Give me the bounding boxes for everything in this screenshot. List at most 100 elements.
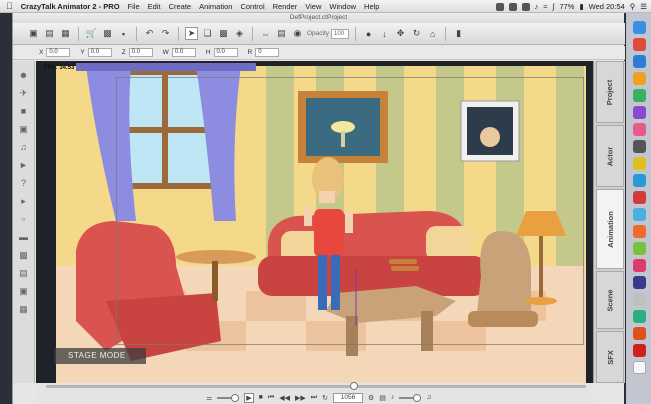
menu-edit[interactable]: Edit [148,2,161,11]
volume-icon[interactable]: ♪ [391,394,395,401]
tab-scene[interactable]: Scene [596,271,624,329]
tab-animation[interactable]: Animation [596,189,624,269]
tab-actor[interactable]: Actor [596,125,624,187]
timeline-icon[interactable]: ▤ [379,394,386,402]
menu-animation[interactable]: Animation [199,2,232,11]
undo-icon[interactable]: ↶ [143,27,156,40]
tab-project[interactable]: Project [596,61,624,123]
opacity-select[interactable]: 100 [331,28,350,39]
creative-cloud-icon[interactable] [495,2,504,11]
render-icon[interactable]: ▸ [18,195,30,207]
menu-file[interactable]: File [128,2,140,11]
h-input[interactable]: 0.0 [213,48,238,57]
visibility-icon[interactable]: ◉ [291,27,304,40]
menu-view[interactable]: View [305,2,321,11]
app-icon[interactable] [632,38,646,51]
app-icon[interactable] [632,344,646,357]
help-icon[interactable]: ? [18,177,30,189]
tool-icon[interactable]: ▣ [18,285,30,297]
menu-create[interactable]: Create [169,2,192,11]
menu-render[interactable]: Render [273,2,298,11]
speed-slider[interactable] [217,393,240,402]
tool-icon[interactable]: ▫ [18,213,30,225]
image-tool-icon[interactable]: ▣ [18,123,30,135]
tray-app-icon[interactable] [521,2,530,11]
link-icon[interactable]: ◈ [233,27,246,40]
export-icon[interactable]: ▪ [117,27,130,40]
duplicate-icon[interactable]: ❏ [201,27,214,40]
battery-percent[interactable]: 77% [559,2,574,11]
spotlight-icon[interactable]: ⚲ [630,2,636,11]
camera-icon[interactable]: ● [362,27,375,40]
volume-slider[interactable] [399,393,422,402]
app-icon[interactable] [632,208,646,221]
app-icon[interactable] [632,72,646,85]
app-icon[interactable] [632,157,646,170]
stage-viewport[interactable]: FPS: 34.53 STAGE MODE [36,61,593,383]
app-icon[interactable] [632,191,646,204]
app-icon[interactable] [632,327,646,340]
group-icon[interactable]: ▩ [217,27,230,40]
timeline-scrubber[interactable] [46,382,586,390]
bluetooth-icon[interactable]: ∫ [552,2,554,11]
last-frame-icon[interactable]: ⏭ [311,394,317,402]
save-icon[interactable]: ▦ [59,27,72,40]
app-icon[interactable] [632,259,646,272]
open-project-icon[interactable]: ▤ [43,27,56,40]
flip-icon[interactable]: ⇔ [259,27,272,40]
music-icon[interactable]: ♫ [426,394,431,401]
tool-icon[interactable]: ▩ [18,249,30,261]
tool-icon[interactable]: ▬ [18,231,30,243]
select-tool-icon[interactable]: ➤ [185,27,198,40]
actor-tool-icon[interactable]: ☻ [18,69,30,81]
align-icon[interactable]: ▤ [275,27,288,40]
clock[interactable]: Wed 20:54 [589,2,625,11]
z-input[interactable]: 0.0 [128,48,153,57]
loop-icon[interactable]: ↻ [322,394,328,402]
scrubber-handle[interactable] [349,382,358,390]
frame-input[interactable]: 1056 [332,392,363,403]
y-input[interactable]: 0.0 [87,48,112,57]
app-icon[interactable] [632,242,646,255]
finder-icon[interactable] [632,21,646,34]
app-icon[interactable] [632,225,646,238]
wifi-icon[interactable]: ≈ [543,2,547,11]
app-icon[interactable] [632,276,646,289]
home-icon[interactable]: ⌂ [426,27,439,40]
battery-icon[interactable]: ▮ [579,2,583,11]
tray-app-icon[interactable] [508,2,517,11]
app-icon[interactable] [632,174,646,187]
r-input[interactable]: 0 [255,48,280,57]
new-project-icon[interactable]: ▣ [27,27,40,40]
first-frame-icon[interactable]: ⏮ [268,394,274,402]
redo-icon[interactable]: ↷ [159,27,172,40]
settings-icon[interactable]: ⚙ [368,394,374,402]
audio-tool-icon[interactable]: ♫ [18,141,30,153]
menu-help[interactable]: Help [364,2,379,11]
menu-control[interactable]: Control [240,2,264,11]
move-icon[interactable]: ✥ [394,27,407,40]
app-icon[interactable] [632,310,646,323]
app-icon[interactable] [632,55,646,68]
app-icon[interactable] [632,123,646,136]
app-icon[interactable] [632,293,646,306]
stage-mode-button[interactable]: STAGE MODE [54,348,146,364]
next-frame-icon[interactable]: ▶▶ [295,394,306,402]
app-menu[interactable]: CrazyTalk Animator 2 - PRO [21,2,120,11]
lip-sync-icon[interactable]: ► [18,159,30,171]
app-icon[interactable] [632,89,646,102]
x-input[interactable]: 0.0 [46,48,71,57]
speed-icon[interactable]: ⚌ [206,394,212,402]
menu-window[interactable]: Window [329,2,356,11]
panel-toggle-icon[interactable]: ▮ [452,27,465,40]
play-icon[interactable]: ▶ [244,392,254,403]
trash-icon[interactable] [632,361,646,374]
shop-cart-icon[interactable]: 🛒 [85,27,98,40]
apple-icon[interactable]:  [6,1,13,11]
w-input[interactable]: 0.0 [171,48,196,57]
rotate-icon[interactable]: ↻ [410,27,423,40]
import-icon[interactable]: ▩ [101,27,114,40]
tool-icon[interactable]: ▤ [18,267,30,279]
move-down-icon[interactable]: ↓ [378,27,391,40]
tool-icon[interactable]: ▦ [18,303,30,315]
